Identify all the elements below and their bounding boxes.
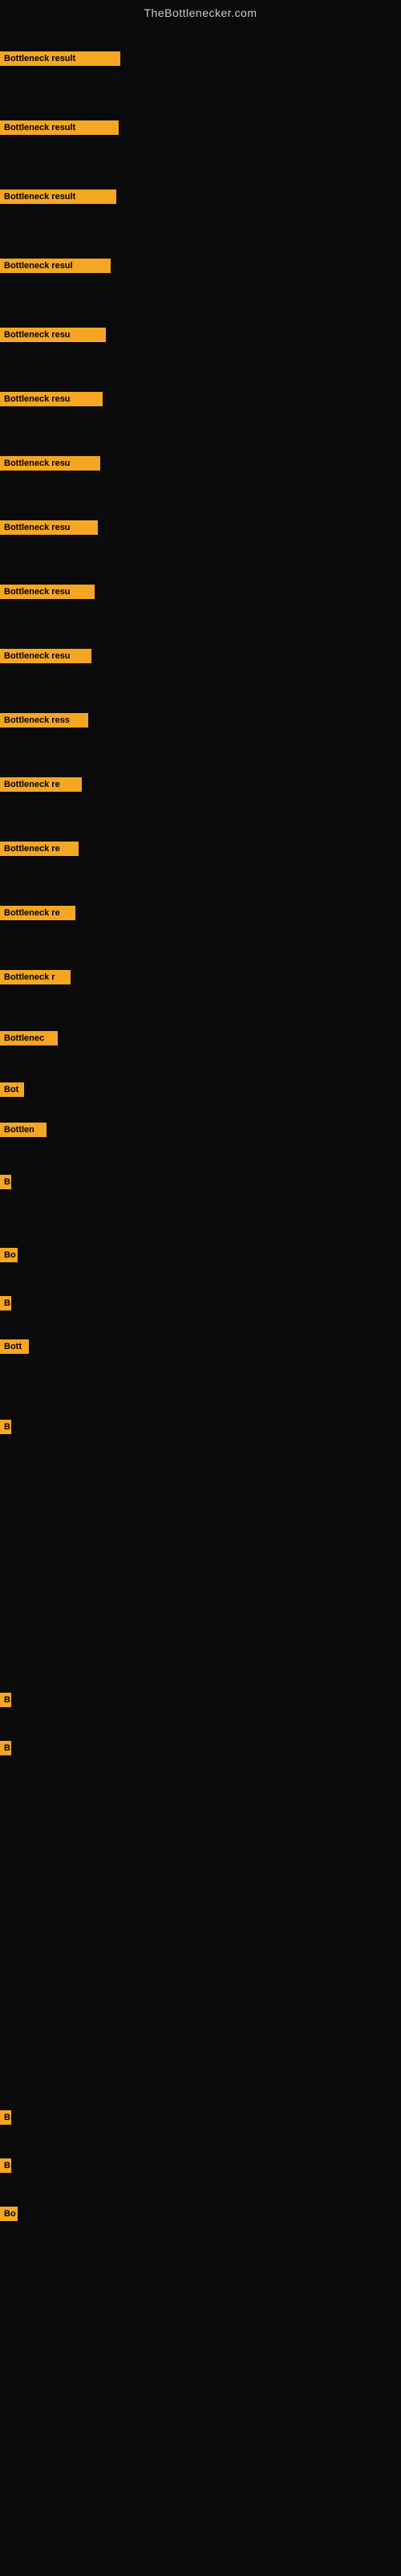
- bottleneck-label: B: [0, 2110, 11, 2125]
- bottleneck-row: Bottleneck resu: [0, 392, 103, 410]
- bottleneck-row: Bottleneck resu: [0, 585, 95, 603]
- bottleneck-label: Bottleneck result: [0, 51, 120, 66]
- bottleneck-label: B: [0, 1741, 11, 1755]
- bottleneck-label: Bottleneck resu: [0, 520, 98, 535]
- bottleneck-row: Bottlenec: [0, 1031, 58, 1050]
- bottleneck-row: B: [0, 1693, 11, 1711]
- bottleneck-label: Bottleneck r: [0, 970, 71, 984]
- bottleneck-row: B: [0, 1175, 11, 1193]
- bottleneck-label: Bottleneck resu: [0, 328, 106, 342]
- bottleneck-row: Bottleneck result: [0, 51, 120, 70]
- bottleneck-label: B: [0, 1693, 11, 1707]
- bottleneck-label: Bo: [0, 2207, 18, 2221]
- bottleneck-label: Bottleneck re: [0, 842, 79, 856]
- bottleneck-label: Bottlenec: [0, 1031, 58, 1045]
- bottleneck-label: Bot: [0, 1082, 24, 1097]
- bottleneck-label: Bottleneck result: [0, 120, 119, 135]
- bottleneck-label: Bott: [0, 1339, 29, 1354]
- bottleneck-label: Bottleneck resu: [0, 649, 91, 663]
- bottleneck-row: Bott: [0, 1339, 29, 1358]
- bottleneck-row: Bottleneck ress: [0, 713, 88, 732]
- bottleneck-row: Bot: [0, 1082, 24, 1101]
- bottleneck-row: Bottleneck r: [0, 970, 71, 988]
- bottleneck-row: Bo: [0, 2207, 18, 2225]
- bottleneck-label: Bottleneck result: [0, 190, 116, 204]
- bottleneck-row: Bottleneck resu: [0, 456, 100, 475]
- bottleneck-label: B: [0, 1296, 11, 1310]
- bottleneck-row: B: [0, 1741, 11, 1759]
- bottleneck-label: B: [0, 1420, 11, 1434]
- bottleneck-row: Bottleneck re: [0, 842, 79, 860]
- bottleneck-label: B: [0, 2158, 11, 2173]
- bottleneck-label: Bottleneck resul: [0, 259, 111, 273]
- bottleneck-row: Bottleneck result: [0, 120, 119, 139]
- bottleneck-row: B: [0, 1420, 11, 1438]
- bottleneck-label: Bottleneck re: [0, 906, 75, 920]
- bottleneck-label: Bottleneck ress: [0, 713, 88, 728]
- bottleneck-row: Bottleneck resu: [0, 649, 91, 667]
- bottleneck-label: B: [0, 1175, 11, 1189]
- bottleneck-row: B: [0, 1296, 11, 1314]
- bottleneck-row: B: [0, 2158, 11, 2177]
- bottleneck-label: Bo: [0, 1248, 18, 1262]
- bottleneck-label: Bottleneck resu: [0, 456, 100, 471]
- bottleneck-row: Bottleneck resu: [0, 520, 98, 539]
- bottleneck-label: Bottleneck resu: [0, 585, 95, 599]
- bottleneck-row: Bottleneck re: [0, 906, 75, 924]
- bottleneck-row: Bottleneck result: [0, 190, 116, 208]
- bottleneck-row: Bo: [0, 1248, 18, 1266]
- bottleneck-label: Bottlen: [0, 1123, 47, 1137]
- bottleneck-row: Bottlen: [0, 1123, 47, 1141]
- site-title: TheBottlenecker.com: [0, 0, 401, 22]
- bottleneck-label: Bottleneck resu: [0, 392, 103, 406]
- bottleneck-row: B: [0, 2110, 11, 2129]
- bottleneck-label: Bottleneck re: [0, 777, 82, 792]
- bottleneck-row: Bottleneck resul: [0, 259, 111, 277]
- bottleneck-row: Bottleneck re: [0, 777, 82, 796]
- bottleneck-row: Bottleneck resu: [0, 328, 106, 346]
